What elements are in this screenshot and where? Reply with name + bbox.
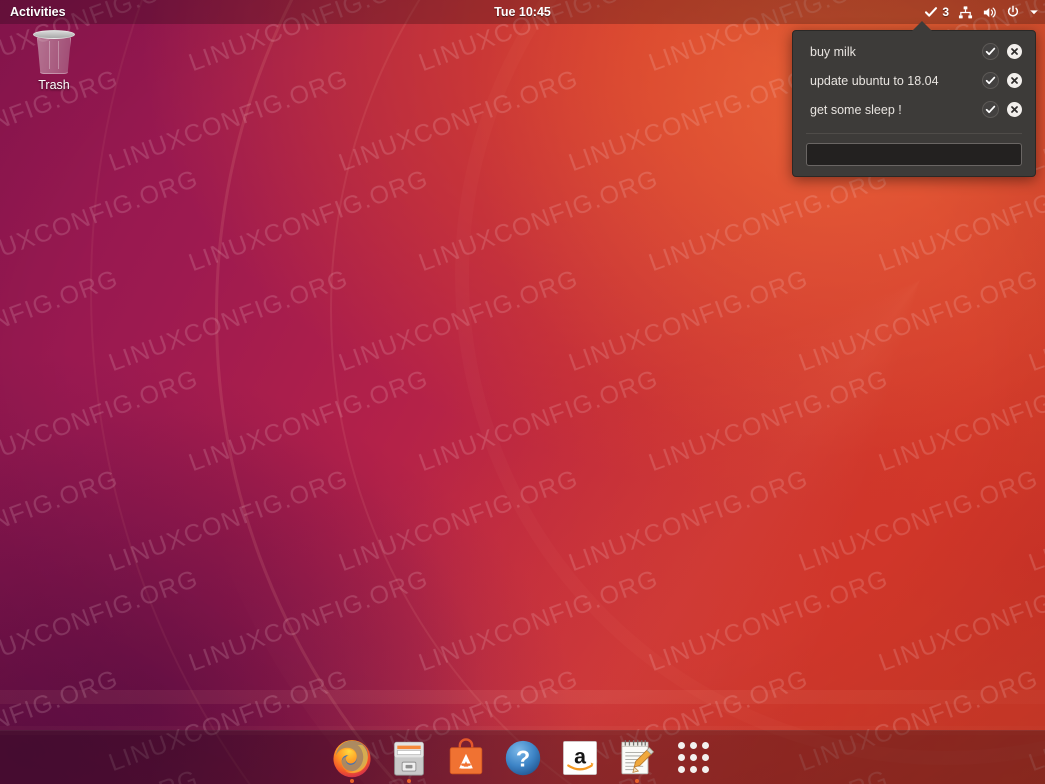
todo-item-actions <box>982 72 1022 89</box>
todo-item-actions <box>982 101 1022 118</box>
amazon-icon: a <box>562 740 597 775</box>
top-panel: Activities Tue 10:45 3 <box>0 0 1045 24</box>
close-icon <box>1011 106 1018 113</box>
popup-separator <box>806 133 1022 134</box>
dock-item-firefox[interactable] <box>330 736 374 783</box>
panel-clock[interactable]: Tue 10:45 <box>443 5 603 19</box>
todo-done-button[interactable] <box>982 43 999 60</box>
todo-item-label: buy milk <box>810 44 856 59</box>
close-icon <box>1011 48 1018 55</box>
volume-icon[interactable] <box>982 5 997 20</box>
running-indicator <box>349 778 354 783</box>
files-icon <box>393 741 424 776</box>
todo-popup: buy milk update ubuntu to 18.04 get some s… <box>792 21 1036 177</box>
todo-delete-button[interactable] <box>1007 73 1022 88</box>
power-icon[interactable] <box>1006 5 1020 19</box>
help-icon: ? <box>505 740 540 775</box>
clock-label: Tue 10:45 <box>494 5 551 19</box>
todo-item[interactable]: get some sleep ! <box>793 95 1035 124</box>
check-icon <box>924 5 938 19</box>
dock-item-ubuntu-software[interactable] <box>444 736 488 780</box>
todo-item-actions <box>982 43 1022 60</box>
todo-list: buy milk update ubuntu to 18.04 get some s… <box>793 37 1035 124</box>
close-icon <box>1011 77 1018 84</box>
desktop-icon-trash[interactable]: Trash <box>22 30 86 92</box>
activities-label: Activities <box>10 5 66 19</box>
chevron-down-icon[interactable] <box>1029 7 1039 17</box>
popup-arrow <box>911 21 933 32</box>
todo-delete-button[interactable] <box>1007 102 1022 117</box>
running-indicator <box>406 778 411 783</box>
todo-item-label: update ubuntu to 18.04 <box>810 73 939 88</box>
svg-text:a: a <box>574 744 586 768</box>
dock-item-text-editor[interactable] <box>615 736 659 783</box>
ubuntu-software-icon <box>449 737 482 774</box>
todo-delete-button[interactable] <box>1007 44 1022 59</box>
system-tray: 3 <box>924 0 1039 24</box>
check-icon <box>985 105 996 114</box>
todo-count: 3 <box>942 5 949 19</box>
svg-text:?: ? <box>515 745 529 771</box>
check-icon <box>985 47 996 56</box>
activities-button[interactable]: Activities <box>0 0 76 24</box>
dock: ? a <box>0 730 1045 784</box>
trash-label: Trash <box>38 78 70 92</box>
show-applications-button[interactable] <box>672 736 716 780</box>
todo-done-button[interactable] <box>982 72 999 89</box>
running-indicator <box>634 778 639 783</box>
network-wired-icon[interactable] <box>958 5 973 20</box>
check-icon <box>985 76 996 85</box>
firefox-icon <box>332 739 371 777</box>
todo-item-label: get some sleep ! <box>810 102 902 117</box>
dock-item-help[interactable]: ? <box>501 736 545 780</box>
todo-done-button[interactable] <box>982 101 999 118</box>
dock-item-files[interactable] <box>387 736 431 783</box>
dock-item-amazon[interactable]: a <box>558 736 602 780</box>
todo-tray-button[interactable]: 3 <box>924 5 949 19</box>
new-todo-input[interactable] <box>806 143 1022 166</box>
todo-item[interactable]: buy milk <box>793 37 1035 66</box>
todo-item[interactable]: update ubuntu to 18.04 <box>793 66 1035 95</box>
text-editor-icon <box>620 739 654 774</box>
trash-icon <box>33 30 75 74</box>
